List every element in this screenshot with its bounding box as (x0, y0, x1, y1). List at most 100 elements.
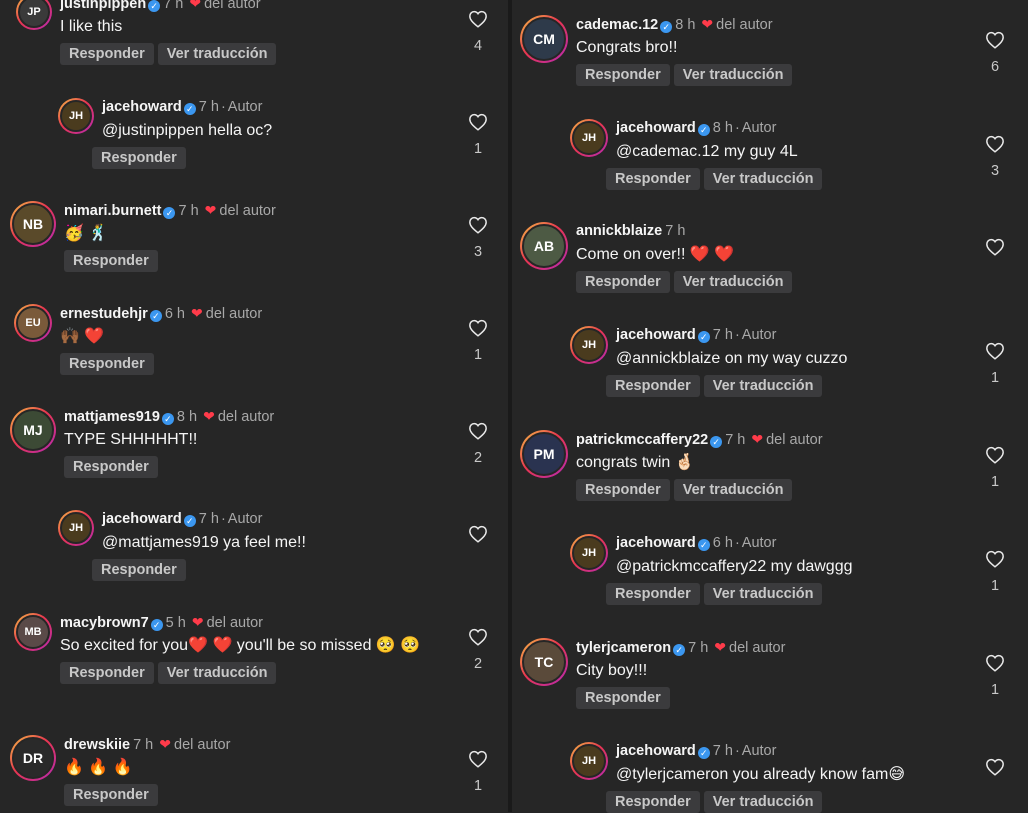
heart-outline-icon[interactable] (466, 216, 490, 234)
reply-button[interactable]: Responder (576, 479, 670, 501)
avatar[interactable]: JH (570, 742, 608, 780)
reply-button[interactable]: Responder (606, 168, 700, 190)
avatar-initials: PM (522, 432, 566, 476)
comment-meta: justinpippen ✓ 7 h ❤ del autor (60, 0, 276, 12)
avatar[interactable]: JH (58, 510, 94, 546)
comment-meta: mattjames919 ✓ 8 h ❤ del autor (64, 407, 274, 425)
heart-outline-icon[interactable] (466, 113, 490, 131)
comment-meta: cademac.12 ✓ 8 h ❤ del autor (576, 15, 792, 33)
heart-outline-icon[interactable] (983, 135, 1007, 153)
translate-button[interactable]: Ver traducción (157, 43, 277, 65)
avatar[interactable]: CM (520, 15, 568, 63)
avatar[interactable]: JH (570, 119, 608, 157)
reply-button[interactable]: Responder (606, 583, 700, 605)
like-count: 3 (473, 244, 483, 260)
username-link[interactable]: macybrown7 (60, 615, 149, 631)
comment-text: I like this (60, 18, 123, 35)
avatar[interactable]: AB (520, 222, 568, 270)
avatar[interactable]: NB (10, 201, 56, 247)
like-button[interactable]: 2 (466, 422, 490, 466)
username-link[interactable]: jacehoward (616, 327, 696, 343)
translate-button[interactable]: Ver traducción (703, 168, 823, 190)
username-link[interactable]: drewskiie (64, 737, 130, 753)
like-button[interactable]: 1 (466, 319, 490, 363)
like-button[interactable] (466, 525, 490, 553)
heart-outline-icon[interactable] (466, 750, 490, 768)
reply-button[interactable]: Responder (606, 375, 700, 397)
like-button[interactable]: 1 (983, 654, 1007, 698)
username-link[interactable]: annickblaize (576, 223, 662, 239)
like-button[interactable]: 6 (983, 31, 1007, 75)
like-button[interactable]: 3 (466, 216, 490, 260)
heart-outline-icon[interactable] (983, 446, 1007, 464)
heart-outline-icon[interactable] (983, 550, 1007, 568)
translate-button[interactable]: Ver traducción (673, 64, 793, 86)
username-link[interactable]: justinpippen (60, 0, 146, 12)
username-link[interactable]: jacehoward (102, 99, 182, 115)
translate-button[interactable]: Ver traducción (703, 375, 823, 397)
avatar[interactable]: MJ (10, 407, 56, 453)
username-link[interactable]: jacehoward (616, 743, 696, 759)
reply-button[interactable]: Responder (64, 250, 158, 272)
like-button[interactable]: 2 (466, 628, 490, 672)
reply-button[interactable]: Responder (64, 784, 158, 806)
comment-actions: Responder Ver traducción (606, 791, 905, 813)
heart-outline-icon[interactable] (466, 628, 490, 646)
heart-outline-icon[interactable] (983, 238, 1007, 256)
translate-button[interactable]: Ver traducción (157, 662, 277, 684)
verified-badge-icon: ✓ (697, 124, 710, 136)
heart-outline-icon[interactable] (983, 654, 1007, 672)
heart-outline-icon[interactable] (983, 758, 1007, 776)
reply-button[interactable]: Responder (576, 271, 670, 293)
avatar[interactable]: TC (520, 638, 568, 686)
like-button[interactable]: 1 (466, 113, 490, 157)
like-button[interactable]: 3 (983, 135, 1007, 179)
username-link[interactable]: jacehoward (616, 535, 696, 551)
reply-button[interactable]: Responder (60, 353, 154, 375)
reply-button[interactable]: Responder (92, 559, 186, 581)
heart-outline-icon[interactable] (983, 31, 1007, 49)
like-button[interactable]: 4 (466, 10, 490, 54)
reply-button[interactable]: Responder (60, 662, 154, 684)
reply-button[interactable]: Responder (606, 791, 700, 813)
like-button[interactable]: 1 (983, 446, 1007, 490)
username-link[interactable]: nimari.burnett (64, 203, 161, 219)
like-button[interactable] (983, 238, 1007, 266)
avatar[interactable]: JP (16, 0, 52, 30)
like-button[interactable]: 1 (466, 750, 490, 794)
avatar[interactable]: EU (14, 304, 52, 342)
translate-button[interactable]: Ver traducción (673, 479, 793, 501)
timestamp: 7 h (198, 99, 219, 115)
heart-outline-icon[interactable] (983, 342, 1007, 360)
reply-button[interactable]: Responder (576, 687, 670, 709)
heart-outline-icon[interactable] (466, 10, 490, 28)
username-link[interactable]: cademac.12 (576, 17, 658, 33)
heart-outline-icon[interactable] (466, 422, 490, 440)
avatar[interactable]: JH (570, 534, 608, 572)
heart-outline-icon[interactable] (466, 525, 490, 543)
author-liked-heart-icon: ❤ (204, 202, 217, 218)
avatar-initials: JH (572, 328, 606, 362)
reply-button[interactable]: Responder (92, 147, 186, 169)
username-link[interactable]: patrickmccaffery22 (576, 432, 708, 448)
translate-button[interactable]: Ver traducción (703, 791, 823, 813)
username-link[interactable]: jacehoward (616, 120, 696, 136)
avatar[interactable]: MB (14, 613, 52, 651)
reply-button[interactable]: Responder (576, 64, 670, 86)
like-button[interactable] (983, 758, 1007, 786)
avatar[interactable]: PM (520, 430, 568, 478)
avatar[interactable]: JH (570, 326, 608, 364)
like-button[interactable]: 1 (983, 342, 1007, 386)
username-link[interactable]: jacehoward (102, 511, 182, 527)
avatar[interactable]: JH (58, 98, 94, 134)
username-link[interactable]: mattjames919 (64, 409, 160, 425)
translate-button[interactable]: Ver traducción (703, 583, 823, 605)
username-link[interactable]: ernestudehjr (60, 306, 148, 322)
username-link[interactable]: tylerjcameron (576, 640, 671, 656)
heart-outline-icon[interactable] (466, 319, 490, 337)
reply-button[interactable]: Responder (60, 43, 154, 65)
translate-button[interactable]: Ver traducción (673, 271, 793, 293)
avatar[interactable]: DR (10, 735, 56, 781)
like-button[interactable]: 1 (983, 550, 1007, 594)
reply-button[interactable]: Responder (64, 456, 158, 478)
